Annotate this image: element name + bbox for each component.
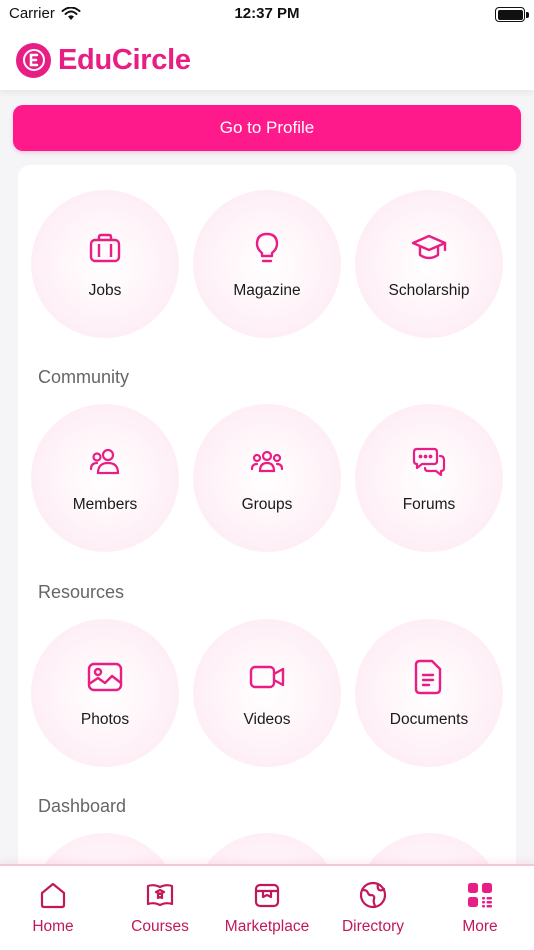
tile-forums[interactable]: Forums xyxy=(355,404,503,552)
tab-label: Home xyxy=(32,918,74,935)
tab-label: Courses xyxy=(131,918,189,935)
section-title-community: Community xyxy=(38,367,130,387)
image-icon xyxy=(85,657,125,697)
tile-jobs[interactable]: Jobs xyxy=(31,190,179,338)
grid-icon xyxy=(465,880,495,910)
briefcase-icon xyxy=(85,228,125,268)
status-bar: Carrier 12:37 PM xyxy=(0,0,534,30)
chat-bubbles-icon xyxy=(409,442,449,482)
tile-members[interactable]: Members xyxy=(31,404,179,552)
tile-label: Photos xyxy=(80,711,130,728)
go-to-profile-button[interactable]: Go to Profile xyxy=(13,105,521,151)
tab-more[interactable]: More xyxy=(425,880,534,936)
bottom-tab-bar: Home Courses Marketplace Directory More xyxy=(0,864,534,950)
video-camera-icon xyxy=(247,657,287,697)
tile-label: Scholarship xyxy=(388,282,470,299)
tile-label: Groups xyxy=(241,496,293,513)
tile-label: Documents xyxy=(389,711,469,728)
status-time: 12:37 PM xyxy=(234,5,300,22)
tab-directory[interactable]: Directory xyxy=(318,880,428,936)
tab-courses[interactable]: Courses xyxy=(105,880,215,936)
tab-label: More xyxy=(462,918,498,935)
tile-label: Members xyxy=(72,496,138,513)
section-title-resources: Resources xyxy=(38,582,125,602)
app-name: EduCircle xyxy=(58,43,191,76)
section-title-dashboard: Dashboard xyxy=(38,796,127,816)
battery-tip xyxy=(526,12,529,18)
tab-label: Marketplace xyxy=(224,918,310,935)
tile-scholarship[interactable]: Scholarship xyxy=(355,190,503,338)
groups-icon xyxy=(247,442,287,482)
logo-icon xyxy=(16,42,51,78)
tab-home[interactable]: Home xyxy=(0,880,108,936)
tile-magazine[interactable]: Magazine xyxy=(193,190,341,338)
document-icon xyxy=(409,657,449,697)
marketplace-icon xyxy=(252,880,282,910)
graduation-cap-icon xyxy=(409,228,449,268)
tile-photos[interactable]: Photos xyxy=(31,619,179,767)
app-header: EduCircle xyxy=(0,30,534,90)
tile-label: Videos xyxy=(243,711,291,728)
tile-label: Magazine xyxy=(233,282,301,299)
tile-videos[interactable]: Videos xyxy=(193,619,341,767)
tile-label: Jobs xyxy=(88,282,122,299)
tile-groups[interactable]: Groups xyxy=(193,404,341,552)
home-icon xyxy=(38,880,68,910)
tab-label: Directory xyxy=(341,918,404,935)
courses-icon xyxy=(145,880,175,910)
tile-label: Forums xyxy=(402,496,456,513)
tile-documents[interactable]: Documents xyxy=(355,619,503,767)
globe-icon xyxy=(358,880,388,910)
battery-icon xyxy=(495,7,525,22)
menu-card: Jobs Magazine Scholarship Community Memb… xyxy=(18,165,516,950)
lightbulb-icon xyxy=(247,228,287,268)
members-icon xyxy=(85,442,125,482)
tab-marketplace[interactable]: Marketplace xyxy=(212,880,322,936)
